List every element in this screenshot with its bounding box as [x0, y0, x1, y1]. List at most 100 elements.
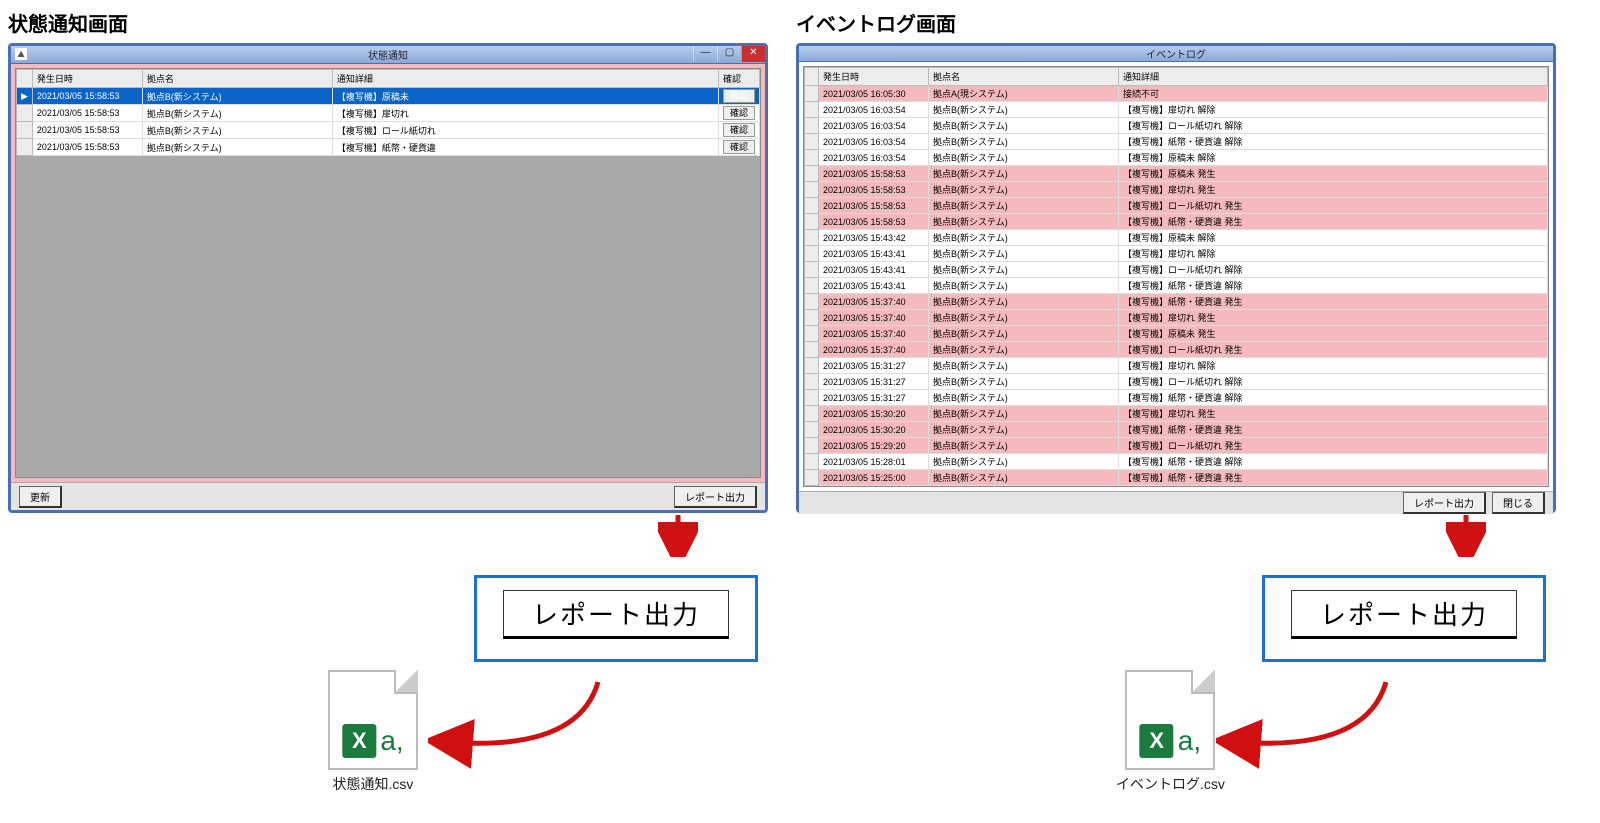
- col-detail[interactable]: 通知詳細: [1119, 68, 1548, 86]
- table-row[interactable]: 2021/03/05 15:58:53拠点B(新システム)【複写機】扉切れ確認: [17, 105, 760, 122]
- table-row[interactable]: 2021/03/05 15:58:53拠点B(新システム)【複写機】紙幣・硬貨違…: [17, 139, 760, 156]
- right-csv-file[interactable]: Xa, イベントログ.csv: [796, 670, 1225, 794]
- row-header: [805, 102, 819, 118]
- minimize-button[interactable]: —: [693, 46, 717, 62]
- col-site[interactable]: 拠点名: [929, 68, 1119, 86]
- table-row[interactable]: 2021/03/05 15:29:20拠点B(新システム)【複写機】ロール紙切れ…: [805, 438, 1548, 454]
- table-row[interactable]: 2021/03/05 15:25:00拠点B(新システム)【複写機】紙幣・硬貨違…: [805, 470, 1548, 486]
- cell-detail: 【複写機】紙幣・硬貨違 発生: [1119, 214, 1548, 230]
- table-row[interactable]: 2021/03/05 15:58:53拠点B(新システム)【複写機】扉切れ 発生: [805, 182, 1548, 198]
- cell-datetime: 2021/03/05 15:43:41: [819, 278, 929, 294]
- table-row[interactable]: 2021/03/05 15:28:01拠点B(新システム)【複写機】紙幣・硬貨違…: [805, 454, 1548, 470]
- cell-site: 拠点B(新システム): [142, 122, 332, 139]
- left-report-callout: レポート出力: [8, 575, 778, 662]
- cell-detail: 【複写機】紙幣・硬貨違 発生: [1119, 470, 1548, 486]
- table-row[interactable]: 2021/03/05 15:37:40拠点B(新システム)【複写機】原稿未 発生: [805, 326, 1548, 342]
- row-header: [805, 198, 819, 214]
- update-button[interactable]: 更新: [19, 486, 62, 508]
- cell-site: 拠点B(新システム): [929, 182, 1119, 198]
- row-header: [17, 105, 33, 122]
- cell-ack[interactable]: 確認: [718, 88, 759, 105]
- cell-datetime: 2021/03/05 15:28:01: [819, 454, 929, 470]
- table-row[interactable]: 2021/03/05 15:31:27拠点B(新システム)【複写機】紙幣・硬貨違…: [805, 390, 1548, 406]
- table-row[interactable]: 2021/03/05 16:03:54拠点B(新システム)【複写機】ロール紙切れ…: [805, 118, 1548, 134]
- row-header: [805, 278, 819, 294]
- row-header: [805, 182, 819, 198]
- cell-detail: 【複写機】原稿未 発生: [1119, 326, 1548, 342]
- close-button[interactable]: ✕: [741, 46, 765, 62]
- table-row[interactable]: 2021/03/05 15:37:40拠点B(新システム)【複写機】ロール紙切れ…: [805, 342, 1548, 358]
- col-ack[interactable]: 確認: [718, 70, 759, 88]
- table-row[interactable]: 2021/03/05 15:30:20拠点B(新システム)【複写機】紙幣・硬貨違…: [805, 422, 1548, 438]
- status-window: ⛰ 状態通知 — ▢ ✕ 発生日時 拠点名: [8, 43, 768, 513]
- close-button-footer[interactable]: 閉じる: [1492, 492, 1545, 514]
- eventlog-body: 発生日時 拠点名 通知詳細 2021/03/05 16:05:30拠点A(現シス…: [799, 62, 1553, 491]
- table-row[interactable]: 2021/03/05 15:31:27拠点B(新システム)【複写機】扉切れ 解除: [805, 358, 1548, 374]
- cell-detail: 接続不可: [1119, 86, 1548, 102]
- col-datetime[interactable]: 発生日時: [819, 68, 929, 86]
- report-button[interactable]: レポート出力: [674, 486, 757, 508]
- row-header: [805, 438, 819, 454]
- eventlog-grid[interactable]: 発生日時 拠点名 通知詳細 2021/03/05 16:05:30拠点A(現シス…: [803, 66, 1549, 487]
- cell-site: 拠点B(新システム): [929, 102, 1119, 118]
- table-row[interactable]: 2021/03/05 15:31:27拠点B(新システム)【複写機】ロール紙切れ…: [805, 374, 1548, 390]
- cell-site: 拠点B(新システム): [929, 246, 1119, 262]
- row-header: [805, 406, 819, 422]
- status-window-title: 状態通知: [368, 47, 408, 62]
- status-titlebar[interactable]: ⛰ 状態通知 — ▢ ✕: [11, 46, 765, 64]
- cell-ack[interactable]: 確認: [718, 139, 759, 156]
- cell-detail: 【複写機】紙幣・硬貨違 発生: [1119, 294, 1548, 310]
- table-row[interactable]: 2021/03/05 16:03:54拠点B(新システム)【複写機】原稿未 解除: [805, 150, 1548, 166]
- table-row[interactable]: 2021/03/05 15:37:40拠点B(新システム)【複写機】扉切れ 発生: [805, 310, 1548, 326]
- cell-detail: 【複写機】原稿未 発生: [1119, 166, 1548, 182]
- table-row[interactable]: 2021/03/05 15:58:53拠点B(新システム)【複写機】原稿未 発生: [805, 166, 1548, 182]
- cell-datetime: 2021/03/05 15:58:53: [819, 214, 929, 230]
- cell-datetime: 2021/03/05 15:29:20: [819, 438, 929, 454]
- row-header: [805, 326, 819, 342]
- report-button[interactable]: レポート出力: [1403, 492, 1486, 514]
- cell-detail: 【複写機】ロール紙切れ: [332, 122, 718, 139]
- col-site[interactable]: 拠点名: [142, 70, 332, 88]
- eventlog-titlebar[interactable]: イベントログ: [799, 46, 1553, 62]
- row-header: [805, 294, 819, 310]
- table-row[interactable]: 2021/03/05 15:43:41拠点B(新システム)【複写機】扉切れ 解除: [805, 246, 1548, 262]
- table-row[interactable]: 2021/03/05 15:58:53拠点B(新システム)【複写機】紙幣・硬貨違…: [805, 214, 1548, 230]
- cell-site: 拠点B(新システム): [929, 294, 1119, 310]
- right-report-callout: レポート出力: [796, 575, 1566, 662]
- left-column: 状態通知画面 ⛰ 状態通知 — ▢ ✕ 発生日時: [8, 8, 778, 794]
- row-header: [805, 454, 819, 470]
- cell-ack[interactable]: 確認: [718, 105, 759, 122]
- col-detail[interactable]: 通知詳細: [332, 70, 718, 88]
- table-row[interactable]: 2021/03/05 15:37:40拠点B(新システム)【複写機】紙幣・硬貨違…: [805, 294, 1548, 310]
- status-grid[interactable]: 発生日時 拠点名 通知詳細 確認 ▶2021/03/05 15:58:53拠点B…: [15, 68, 761, 478]
- csv-file-icon: Xa,: [328, 670, 418, 770]
- table-row[interactable]: 2021/03/05 15:43:41拠点B(新システム)【複写機】ロール紙切れ…: [805, 262, 1548, 278]
- cell-site: 拠点B(新システム): [929, 358, 1119, 374]
- cell-datetime: 2021/03/05 15:58:53: [32, 139, 142, 156]
- cell-site: 拠点B(新システム): [929, 454, 1119, 470]
- table-row[interactable]: 2021/03/05 16:03:54拠点B(新システム)【複写機】紙幣・硬貨違…: [805, 134, 1548, 150]
- table-row[interactable]: 2021/03/05 15:43:41拠点B(新システム)【複写機】紙幣・硬貨違…: [805, 278, 1548, 294]
- table-row[interactable]: 2021/03/05 15:58:53拠点B(新システム)【複写機】ロール紙切れ…: [805, 198, 1548, 214]
- cell-site: 拠点B(新システム): [929, 326, 1119, 342]
- row-header: [805, 166, 819, 182]
- table-row[interactable]: 2021/03/05 15:43:42拠点B(新システム)【複写機】原稿未 解除: [805, 230, 1548, 246]
- cell-site: 拠点B(新システム): [929, 342, 1119, 358]
- cell-ack[interactable]: 確認: [718, 122, 759, 139]
- cell-detail: 【複写機】紙幣・硬貨違 解除: [1119, 134, 1548, 150]
- left-csv-file[interactable]: Xa, 状態通知.csv: [8, 670, 418, 794]
- cell-datetime: 2021/03/05 16:03:54: [819, 102, 929, 118]
- table-row[interactable]: 2021/03/05 15:58:53拠点B(新システム)【複写機】ロール紙切れ…: [17, 122, 760, 139]
- row-header: ▶: [17, 88, 33, 105]
- table-row[interactable]: 2021/03/05 16:05:30拠点A(現システム)接続不可: [805, 86, 1548, 102]
- col-datetime[interactable]: 発生日時: [32, 70, 142, 88]
- cell-datetime: 2021/03/05 15:58:53: [819, 166, 929, 182]
- table-row[interactable]: 2021/03/05 15:30:20拠点B(新システム)【複写機】扉切れ 発生: [805, 406, 1548, 422]
- cell-datetime: 2021/03/05 15:30:20: [819, 406, 929, 422]
- cell-detail: 【複写機】扉切れ 解除: [1119, 102, 1548, 118]
- table-row[interactable]: 2021/03/05 16:03:54拠点B(新システム)【複写機】扉切れ 解除: [805, 102, 1548, 118]
- maximize-button[interactable]: ▢: [717, 46, 741, 62]
- table-row[interactable]: ▶2021/03/05 15:58:53拠点B(新システム)【複写機】原稿未確認: [17, 88, 760, 105]
- right-csv-filename: イベントログ.csv: [1116, 774, 1225, 794]
- cell-detail: 【複写機】ロール紙切れ 発生: [1119, 198, 1548, 214]
